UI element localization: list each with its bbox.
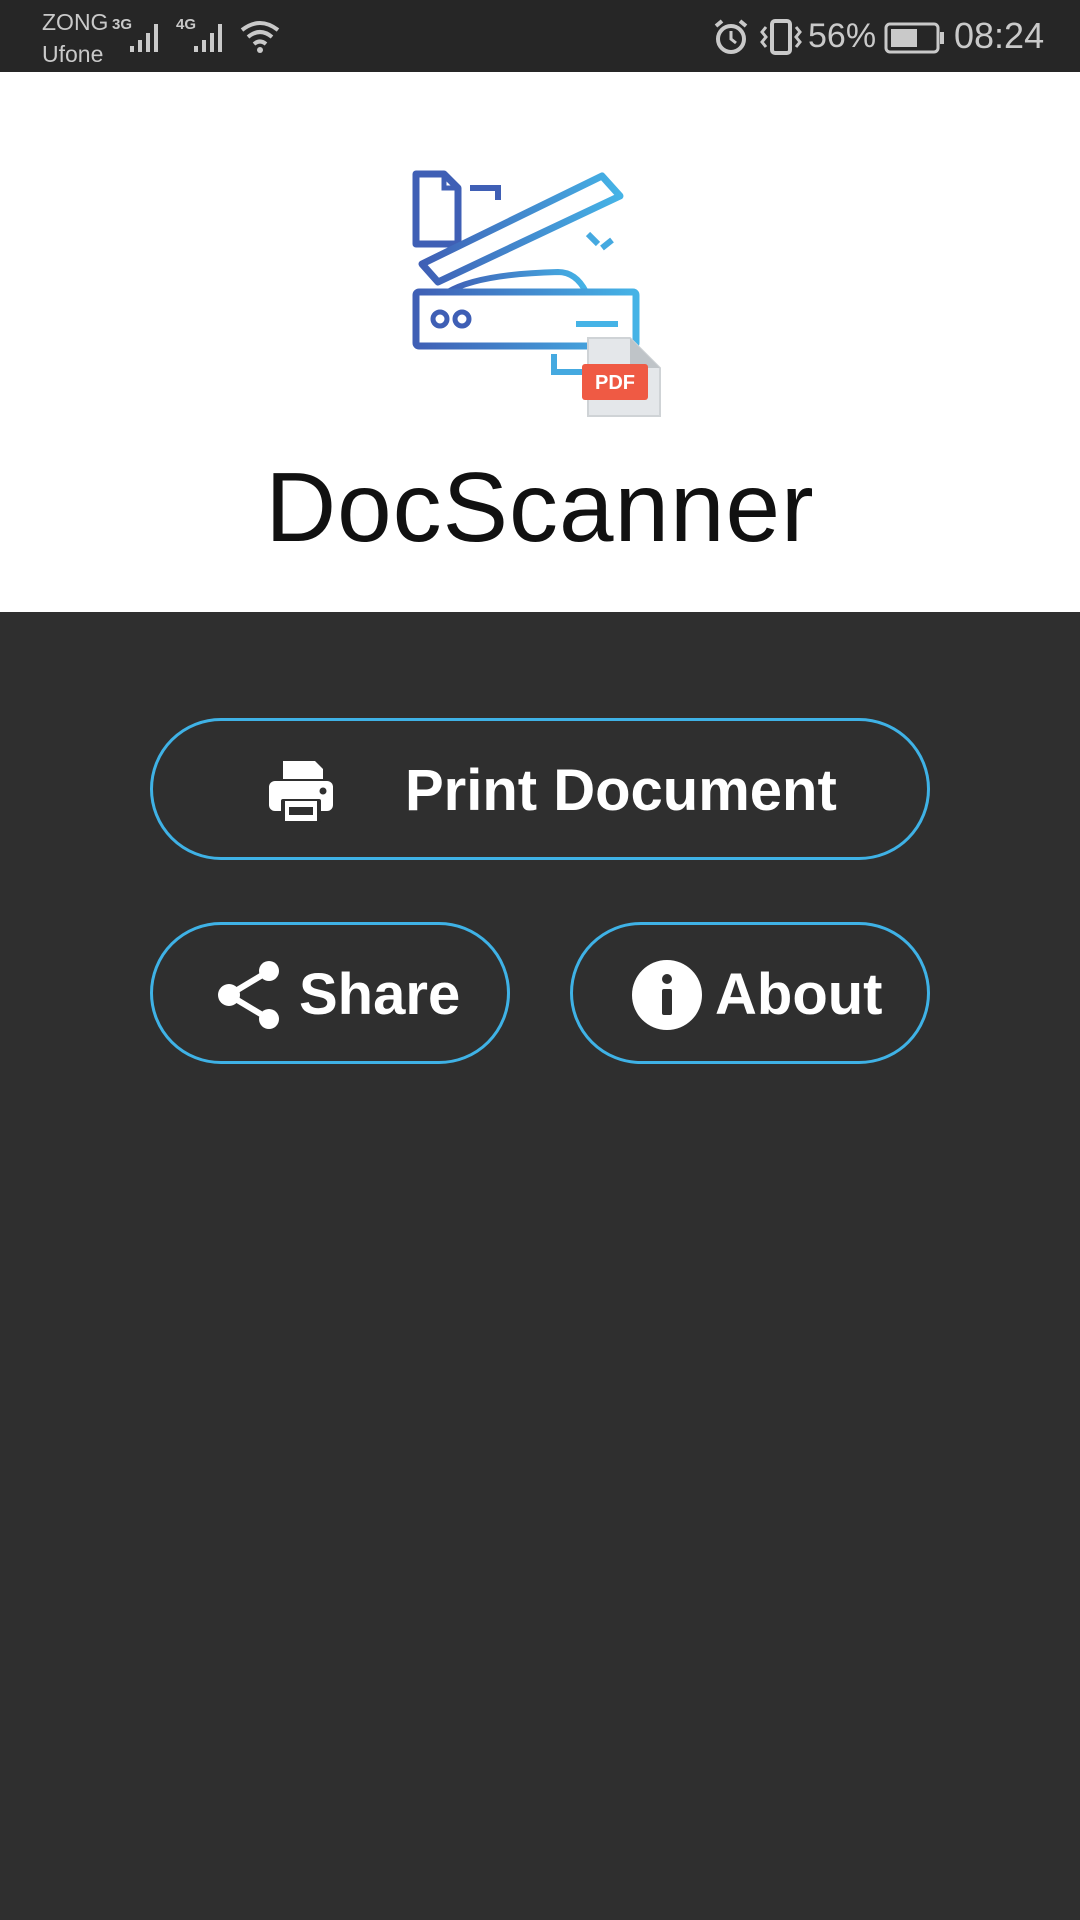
print-document-label: Print Document [405, 758, 837, 823]
print-document-button[interactable]: Print Document [150, 718, 930, 860]
battery-percentage: 56% [808, 17, 877, 55]
about-button[interactable]: About [570, 922, 930, 1064]
app-screen: ZONG Ufone 3G 4G 56% 08:24 PDF DocScanne… [0, 0, 1080, 1920]
battery-icon [884, 22, 944, 54]
status-clock: 08:24 [954, 15, 1045, 56]
carrier-name-secondary: Ufone [42, 41, 104, 67]
printer-icon [269, 761, 333, 823]
info-icon [632, 960, 702, 1030]
about-label: About [715, 962, 883, 1027]
status-bar: ZONG Ufone 3G 4G 56% 08:24 [0, 0, 1080, 72]
share-button[interactable]: Share [150, 922, 510, 1064]
pdf-badge-label: PDF [595, 372, 635, 394]
alarm-icon [714, 19, 748, 54]
app-header: PDF DocScanner [0, 72, 1080, 612]
scanner-pdf-logo-icon: PDF [412, 170, 661, 417]
app-title: DocScanner [265, 452, 815, 562]
wifi-icon [240, 21, 280, 53]
signal-icon [194, 24, 222, 52]
share-icon [218, 961, 279, 1029]
signal-icon [130, 24, 158, 52]
carrier-name-primary: ZONG [42, 9, 109, 35]
share-label: Share [299, 962, 461, 1027]
vibrate-icon [760, 19, 802, 55]
